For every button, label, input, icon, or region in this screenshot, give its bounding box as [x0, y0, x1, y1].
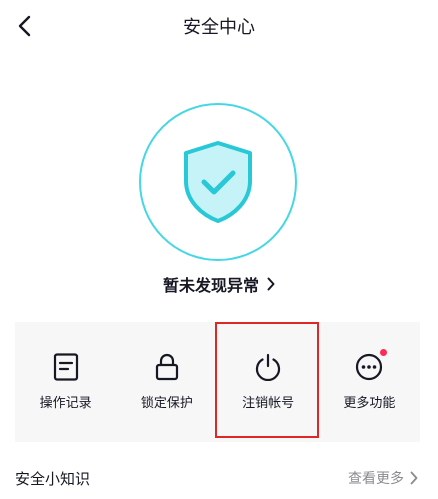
shield-check-icon: [184, 141, 252, 223]
nav-bar: 安全中心: [0, 0, 438, 52]
view-more-label: 查看更多: [348, 471, 404, 487]
function-label: 注销帐号: [242, 396, 295, 411]
function-label: 更多功能: [343, 396, 396, 411]
function-panel: 操作记录 锁定保护 注销帐号 更多功能: [15, 322, 420, 442]
function-label: 锁定保护: [140, 396, 193, 411]
status-text: 暂未发现异常: [162, 276, 259, 295]
more-dots-icon: [354, 349, 388, 382]
security-status: [0, 100, 438, 261]
function-label: 操作记录: [39, 396, 92, 411]
chevron-right-icon: [410, 471, 418, 485]
chevron-right-icon: [267, 277, 275, 291]
delete-account-button[interactable]: 注销帐号: [218, 322, 319, 442]
more-functions-button[interactable]: 更多功能: [319, 322, 420, 442]
view-more-link[interactable]: 查看更多: [348, 468, 418, 488]
power-icon: [253, 352, 283, 382]
status-ring: [139, 103, 297, 261]
notification-badge: [380, 349, 388, 356]
operation-log-button[interactable]: 操作记录: [15, 322, 116, 442]
page-title: 安全中心: [183, 17, 255, 38]
knowledge-title: 安全小知识: [15, 470, 91, 488]
lock-icon: [152, 352, 182, 382]
status-summary-link[interactable]: 暂未发现异常: [0, 271, 438, 297]
document-icon: [51, 352, 81, 382]
knowledge-section: 安全小知识 查看更多: [0, 462, 438, 494]
lock-protection-button[interactable]: 锁定保护: [116, 322, 217, 442]
